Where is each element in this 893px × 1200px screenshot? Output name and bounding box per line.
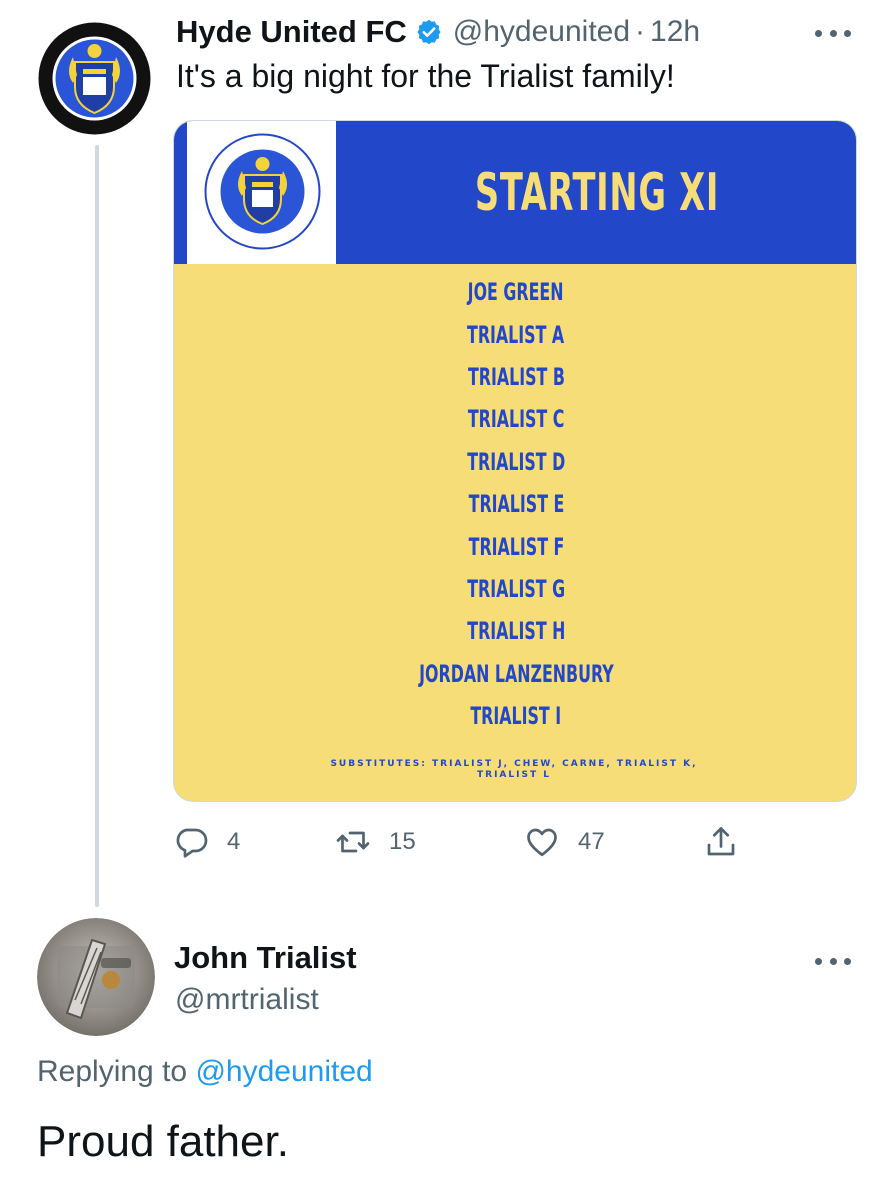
replying-to-line: Replying to @hydeunited <box>37 1055 373 1089</box>
lineup-list: JOE GREEN TRIALIST A TRIALIST B TRIALIST… <box>174 271 856 737</box>
lineup-player: TRIALIST H <box>466 617 566 646</box>
reply-icon <box>176 828 208 858</box>
more-options-icon[interactable] <box>815 955 851 967</box>
lineup-player: TRIALIST E <box>468 490 564 519</box>
reply-count: 4 <box>227 828 241 855</box>
reply-author-handle[interactable]: @mrtrialist <box>175 983 319 1017</box>
share-icon <box>707 827 735 856</box>
tweet-text: It's a big night for the Trialist family… <box>176 58 675 94</box>
share-button[interactable] <box>703 822 739 862</box>
retweet-icon <box>336 831 370 853</box>
lineup-player: TRIALIST B <box>467 362 565 391</box>
reply-author-name[interactable]: John Trialist <box>174 940 357 976</box>
media-title: STARTING XI <box>474 162 720 223</box>
header-separator: · <box>635 15 646 48</box>
lineup-player: TRIALIST C <box>467 405 565 434</box>
author-display-name[interactable]: Hyde United FC <box>176 14 407 50</box>
reply-button[interactable]: 4 <box>173 822 240 862</box>
like-count: 47 <box>578 828 605 855</box>
lineup-player: TRIALIST G <box>467 574 565 603</box>
tweet-timestamp[interactable]: 12h <box>650 15 700 49</box>
lineup-player: JORDAN LANZENBURY <box>418 659 614 688</box>
verified-badge-icon <box>415 18 443 46</box>
substitutes-line-2: TRIALIST L <box>477 770 551 780</box>
club-crest-icon <box>33 17 156 140</box>
club-crest-avatar[interactable] <box>33 17 156 140</box>
tweet-media-image[interactable]: STARTING XI JOE GREEN TRIALIST A TRIALIS… <box>173 120 857 802</box>
lineup-player: TRIALIST F <box>468 532 564 561</box>
photo-avatar-icon <box>37 918 155 1036</box>
retweet-count: 15 <box>389 828 416 855</box>
replying-to-mention[interactable]: @hydeunited <box>195 1055 372 1088</box>
tweet-header: Hyde United FC @hydeunited · 12h <box>176 14 700 50</box>
like-button[interactable]: 47 <box>524 822 605 862</box>
club-crest-icon <box>204 133 321 250</box>
reply-text: Proud father. <box>37 1117 289 1166</box>
lineup-player: TRIALIST I <box>470 702 562 731</box>
media-logo-box <box>187 121 336 264</box>
reply-author-avatar[interactable] <box>37 918 155 1036</box>
author-handle[interactable]: @hydeunited <box>453 15 630 49</box>
thread-connector-line <box>95 145 99 907</box>
lineup-player: TRIALIST A <box>467 320 565 349</box>
heart-icon <box>527 828 557 857</box>
lineup-player: JOE GREEN <box>468 278 564 307</box>
more-options-icon[interactable] <box>815 27 851 39</box>
replying-prefix: Replying to <box>37 1055 188 1088</box>
lineup-player: TRIALIST D <box>466 447 566 476</box>
retweet-button[interactable]: 15 <box>335 822 416 862</box>
substitutes-text: SUBSTITUTES: TRIALIST J, CHEW, CARNE, TR… <box>324 759 704 781</box>
substitutes-line-1: SUBSTITUTES: TRIALIST J, CHEW, CARNE, TR… <box>330 759 698 769</box>
